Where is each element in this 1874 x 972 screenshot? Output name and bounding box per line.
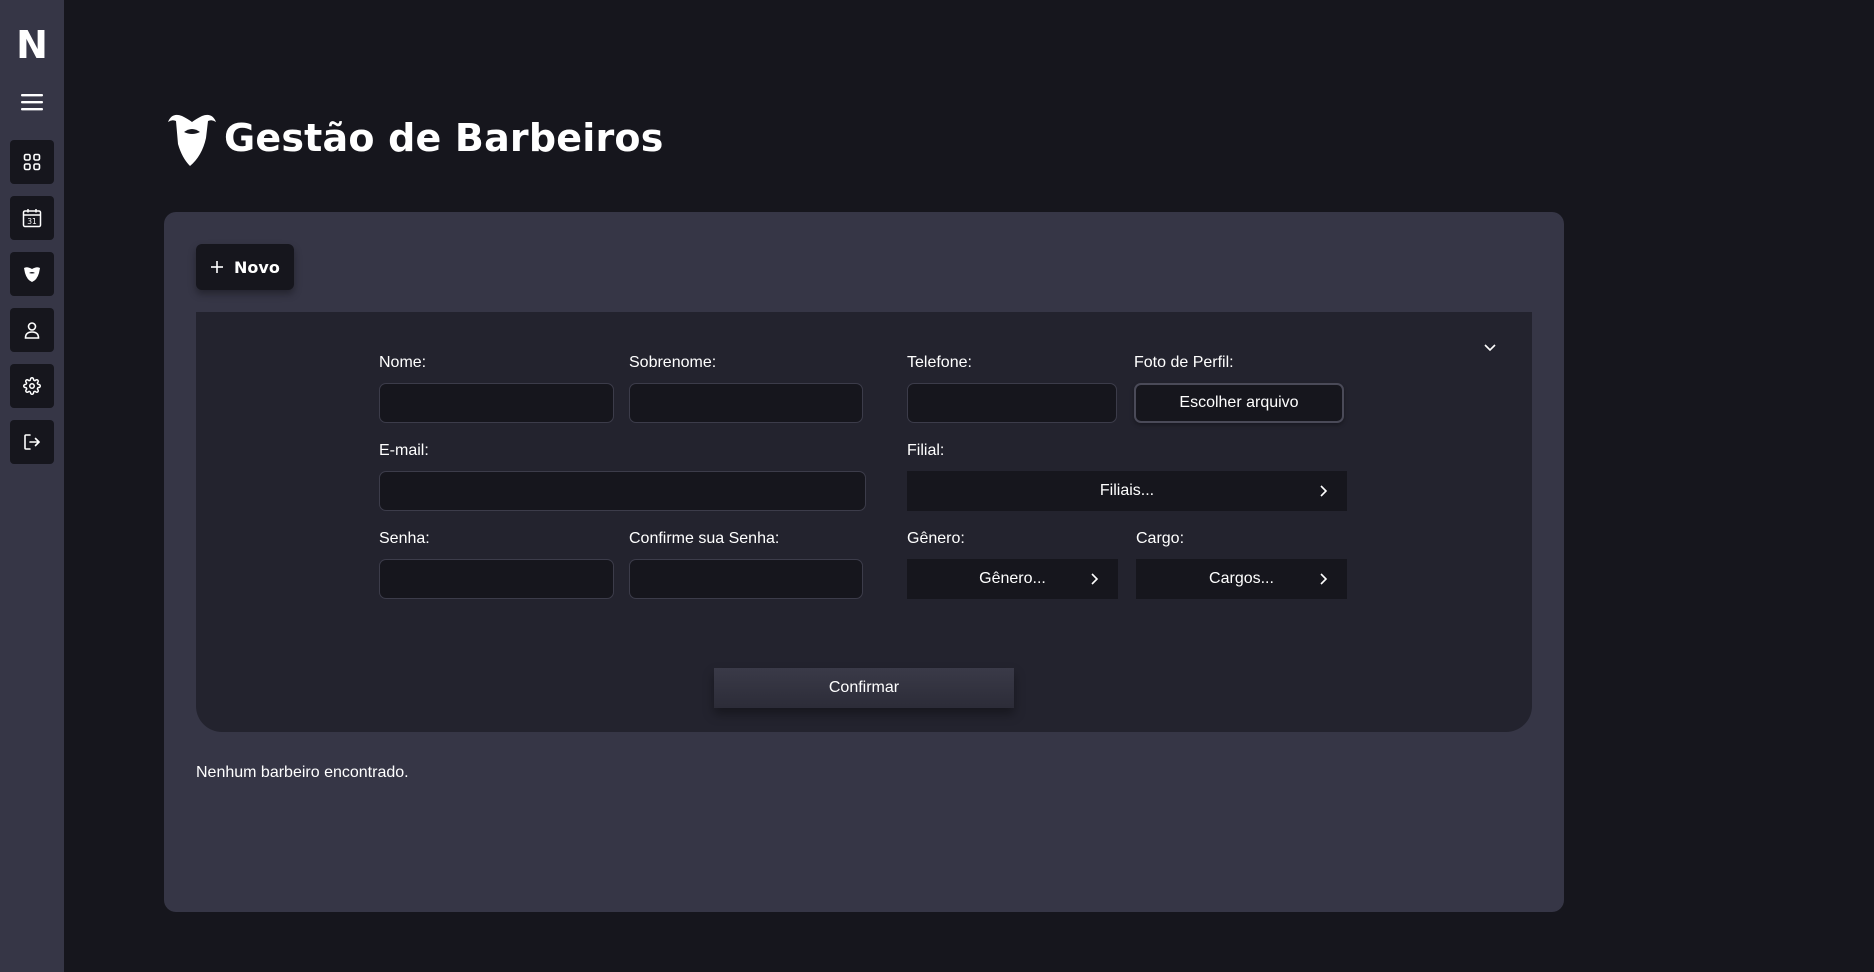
hamburger-icon [21, 94, 43, 111]
sidebar-item-settings[interactable] [10, 364, 54, 408]
email-input[interactable] [379, 471, 866, 511]
confirme-senha-label: Confirme sua Senha: [629, 530, 780, 547]
telefone-input[interactable] [907, 383, 1117, 423]
filial-select-value: Filiais... [1099, 482, 1155, 499]
chevron-right-icon [1320, 485, 1328, 497]
senha-label: Senha: [379, 530, 430, 547]
sidebar-item-users[interactable] [10, 308, 54, 352]
sidebar-item-calendar[interactable]: 31 [10, 196, 54, 240]
page-title: Gestão de Barbeiros [224, 116, 664, 160]
calendar-icon: 31 [22, 209, 42, 228]
confirm-button[interactable]: Confirmar [714, 668, 1014, 708]
sobrenome-label: Sobrenome: [629, 354, 717, 371]
dashboard-grid-icon [23, 153, 41, 171]
beard-icon [24, 267, 40, 282]
genero-label: Gênero: [907, 530, 965, 547]
sidebar-item-dashboard[interactable] [10, 140, 54, 184]
barber-form-panel: Nome: Sobrenome: Telefone: Foto de Perfi… [196, 312, 1532, 732]
chevron-down-icon [1484, 344, 1496, 352]
email-label: E-mail: [379, 442, 429, 459]
senha-input[interactable] [379, 559, 614, 599]
cargo-select-value: Cargos... [1209, 570, 1274, 587]
telefone-label: Telefone: [907, 354, 972, 371]
sidebar-item-logout[interactable] [10, 420, 54, 464]
new-barber-button[interactable]: Novo [196, 244, 294, 290]
cargo-label: Cargo: [1136, 530, 1185, 547]
nome-input[interactable] [379, 383, 614, 423]
collapse-form-button[interactable] [1478, 336, 1502, 360]
filial-select[interactable]: Filiais... [907, 471, 1347, 511]
page-header: Gestão de Barbeiros [164, 108, 664, 168]
sidebar: N 31 [0, 0, 64, 972]
confirme-senha-input[interactable] [629, 559, 863, 599]
chevron-right-icon [1091, 573, 1099, 585]
genero-select-value: Gênero... [979, 570, 1046, 587]
gear-icon [23, 377, 41, 395]
new-button-label: Novo [234, 257, 280, 277]
chevron-right-icon [1320, 573, 1328, 585]
choose-file-button[interactable]: Escolher arquivo [1134, 383, 1344, 423]
genero-select[interactable]: Gênero... [907, 559, 1118, 599]
barbers-card: Novo Nome: Sobrenome: Telefone: Foto de … [164, 212, 1564, 912]
plus-icon [211, 261, 223, 273]
filial-label: Filial: [907, 442, 945, 459]
user-icon [24, 322, 40, 339]
logout-icon [24, 434, 40, 450]
app-logo: N [16, 23, 48, 67]
calendar-day: 31 [27, 217, 37, 226]
foto-label: Foto de Perfil: [1134, 354, 1234, 371]
cargo-select[interactable]: Cargos... [1136, 559, 1347, 599]
menu-toggle-button[interactable] [10, 80, 54, 124]
sidebar-item-barbers[interactable] [10, 252, 54, 296]
empty-list-message: Nenhum barbeiro encontrado. [196, 764, 409, 781]
sobrenome-input[interactable] [629, 383, 863, 423]
nome-label: Nome: [379, 354, 427, 371]
beard-logo-icon [168, 114, 216, 166]
